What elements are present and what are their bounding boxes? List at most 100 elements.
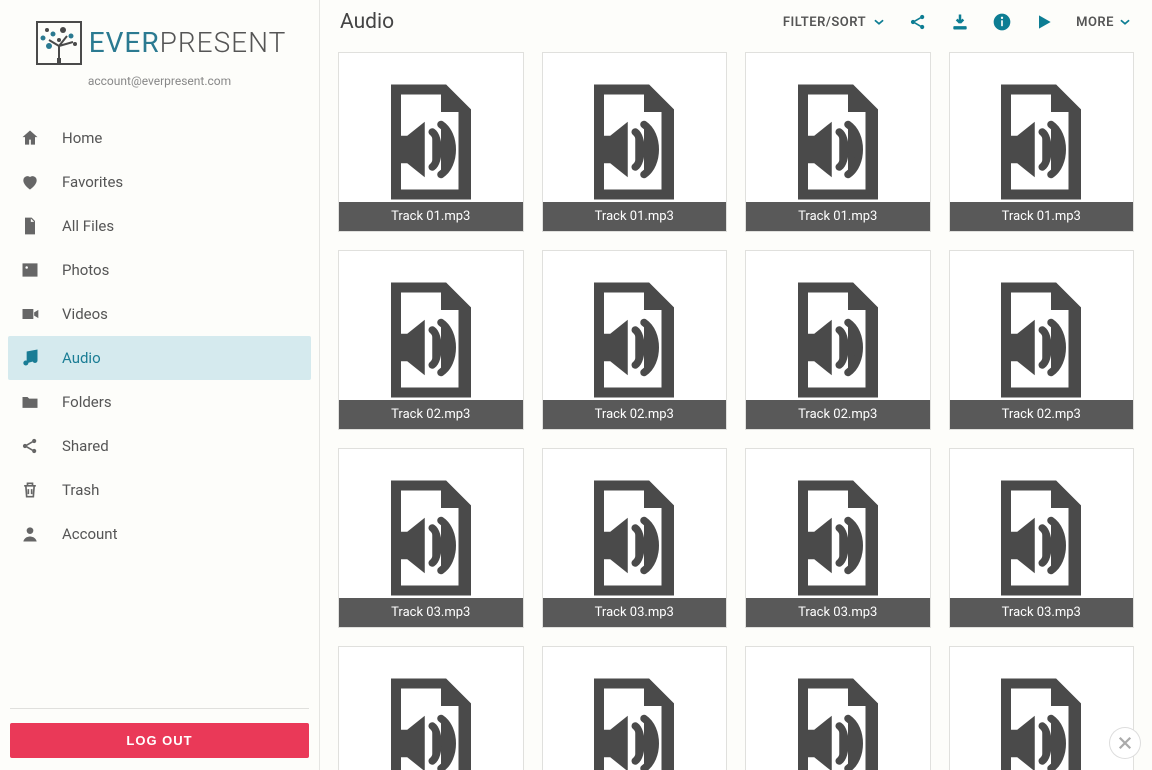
sidebar-item-label: Videos [62,305,299,323]
sidebar-item-shared[interactable]: Shared [8,424,311,468]
sidebar-nav: Home Favorites All Files Photos Videos Audio F… [0,116,319,708]
home-icon [20,128,40,148]
sidebar-item-label: Favorites [62,173,299,191]
sidebar-item-trash[interactable]: Trash [8,468,311,512]
sidebar-item-photos[interactable]: Photos [8,248,311,292]
sidebar-divider [10,708,309,709]
file-name-label: Track 03.mp3 [339,598,523,627]
file-thumb[interactable]: Track 02.mp3 [542,250,728,430]
file-thumb[interactable]: Track 01.mp3 [542,52,728,232]
video-icon [20,304,40,324]
file-thumb[interactable]: Track 01.mp3 [949,52,1135,232]
sidebar-item-home[interactable]: Home [8,116,311,160]
account-email: account@everpresent.com [88,74,231,88]
brand-block: EVERPRESENT account@everpresent.com [0,10,319,98]
account-icon [20,524,40,544]
file-thumb[interactable]: Track 04.mp3 [745,646,931,770]
logout-button[interactable]: LOG OUT [10,723,309,758]
sidebar-item-label: Folders [62,393,299,411]
file-name-label: Track 01.mp3 [339,202,523,231]
file-thumb[interactable]: Track 03.mp3 [745,448,931,628]
play-icon[interactable] [1034,12,1054,32]
sidebar-item-label: Photos [62,261,299,279]
file-thumb[interactable]: Track 01.mp3 [338,52,524,232]
audio-file-icon [569,270,699,410]
sidebar-item-folders[interactable]: Folders [8,380,311,424]
more-label: MORE [1076,15,1114,30]
topbar: Audio FILTER/SORT MORE [320,0,1152,44]
chevron-down-icon [1118,15,1132,29]
file-thumb[interactable]: Track 04.mp3 [338,646,524,770]
heart-icon [20,172,40,192]
sidebar-item-label: Shared [62,437,299,455]
share-icon[interactable] [908,12,928,32]
sidebar-item-audio[interactable]: Audio [8,336,311,380]
file-name-label: Track 01.mp3 [543,202,727,231]
file-grid: Track 01.mp3Track 01.mp3Track 01.mp3Trac… [338,52,1134,770]
file-thumb[interactable]: Track 03.mp3 [338,448,524,628]
brand-text-present: PRESENT [160,26,287,59]
audio-file-icon [569,666,699,770]
sidebar-item-label: Home [62,129,299,147]
sidebar-item-videos[interactable]: Videos [8,292,311,336]
sidebar-item-label: Account [62,525,299,543]
audio-file-icon [366,468,496,608]
brand-text-ever: EVER [89,26,160,59]
sidebar-item-favorites[interactable]: Favorites [8,160,311,204]
close-icon [1116,734,1134,752]
audio-file-icon [366,72,496,212]
file-name-label: Track 03.mp3 [746,598,930,627]
file-thumb[interactable]: Track 04.mp3 [542,646,728,770]
file-name-label: Track 02.mp3 [746,400,930,429]
sidebar: EVERPRESENT account@everpresent.com Home… [0,0,320,770]
download-icon[interactable] [950,12,970,32]
folder-icon [20,392,40,412]
file-thumb[interactable]: Track 02.mp3 [338,250,524,430]
photo-icon [20,260,40,280]
sidebar-item-account[interactable]: Account [8,512,311,556]
audio-file-icon [773,270,903,410]
chevron-down-icon [872,15,886,29]
sidebar-item-label: Trash [62,481,299,499]
file-thumb[interactable]: Track 02.mp3 [949,250,1135,430]
audio-file-icon [366,666,496,770]
file-name-label: Track 03.mp3 [950,598,1134,627]
file-name-label: Track 03.mp3 [543,598,727,627]
close-button[interactable] [1110,728,1140,758]
file-grid-scroll[interactable]: Track 01.mp3Track 01.mp3Track 01.mp3Trac… [320,44,1152,770]
file-name-label: Track 02.mp3 [543,400,727,429]
audio-file-icon [569,72,699,212]
audio-file-icon [366,270,496,410]
trash-icon [20,480,40,500]
audio-file-icon [773,72,903,212]
main-pane: Audio FILTER/SORT MORE Track 01.mp3Track… [320,0,1152,770]
filter-sort-label: FILTER/SORT [783,15,866,30]
brand-logo: EVERPRESENT [33,16,287,68]
audio-file-icon [773,666,903,770]
music-icon [20,348,40,368]
page-title: Audio [340,10,763,34]
brand-wordmark: EVERPRESENT [89,26,287,59]
info-icon[interactable] [992,12,1012,32]
audio-file-icon [976,468,1106,608]
sidebar-item-label: All Files [62,217,299,235]
file-icon [20,216,40,236]
sidebar-item-label: Audio [62,349,299,367]
audio-file-icon [773,468,903,608]
audio-file-icon [976,72,1106,212]
file-thumb[interactable]: Track 03.mp3 [542,448,728,628]
topbar-actions: FILTER/SORT MORE [783,12,1132,32]
file-thumb[interactable]: Track 02.mp3 [745,250,931,430]
file-name-label: Track 01.mp3 [950,202,1134,231]
file-thumb[interactable]: Track 03.mp3 [949,448,1135,628]
audio-file-icon [976,270,1106,410]
file-thumb[interactable]: Track 01.mp3 [745,52,931,232]
share-icon [20,436,40,456]
audio-file-icon [569,468,699,608]
more-button[interactable]: MORE [1076,15,1132,30]
tree-icon [33,16,85,68]
file-name-label: Track 02.mp3 [339,400,523,429]
file-thumb[interactable]: Track 04.mp3 [949,646,1135,770]
filter-sort-button[interactable]: FILTER/SORT [783,15,886,30]
sidebar-item-all-files[interactable]: All Files [8,204,311,248]
